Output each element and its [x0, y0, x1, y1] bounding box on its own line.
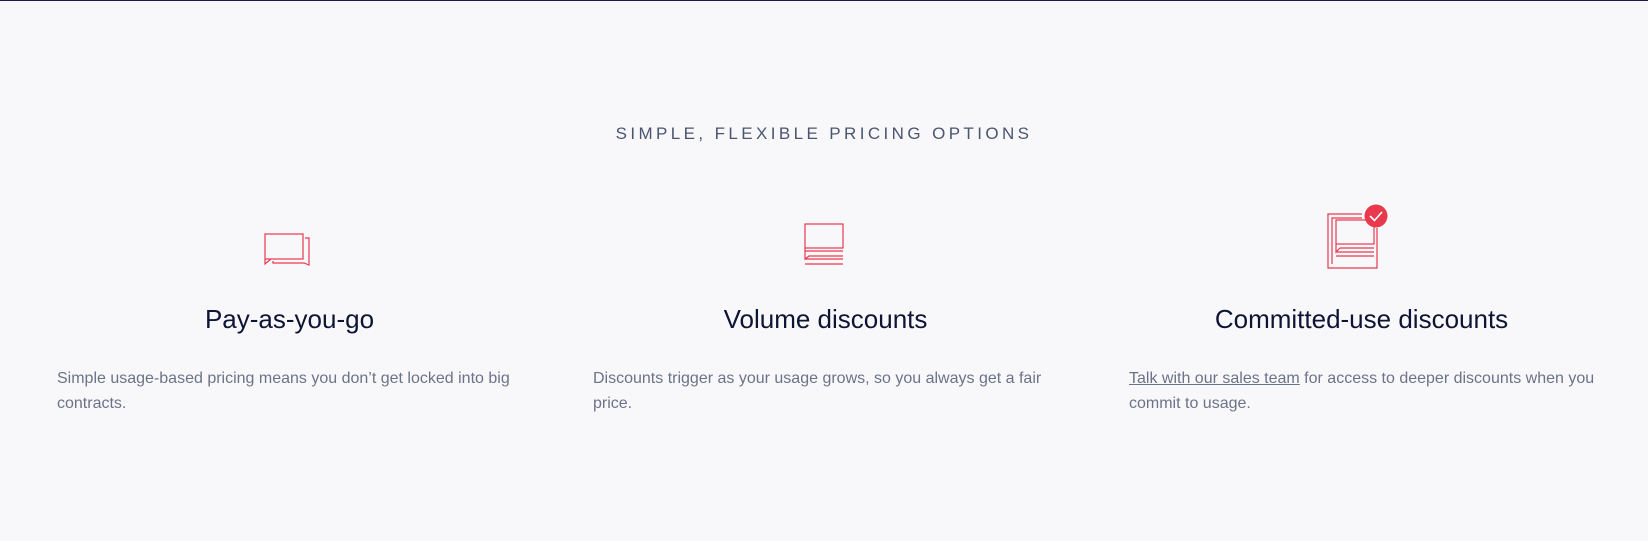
- chat-bubbles-icon: [264, 233, 310, 266]
- stacked-messages-icon: [804, 223, 844, 265]
- option-title: Pay-as-you-go: [204, 304, 375, 334]
- pricing-option-pay-as-you-go: Pay-as-you-go Simple usage-based pricing…: [57, 0, 522, 541]
- pricing-option-volume-discounts: Volume discounts Discounts trigger as yo…: [593, 0, 1058, 541]
- option-description: Discounts trigger as your usage grows, s…: [593, 370, 1042, 412]
- option-title: Committed-use discounts: [1214, 304, 1509, 334]
- option-description: Simple usage-based pricing means you don…: [57, 370, 510, 412]
- talk-to-sales-link[interactable]: Talk with our sales team: [1129, 370, 1300, 387]
- option-description: Talk with our sales team for access to d…: [1129, 366, 1599, 416]
- option-title: Volume discounts: [723, 304, 928, 334]
- document-check-icon: [1327, 204, 1388, 269]
- pricing-option-committed-use: Committed-use discounts Talk with our sa…: [1129, 0, 1594, 541]
